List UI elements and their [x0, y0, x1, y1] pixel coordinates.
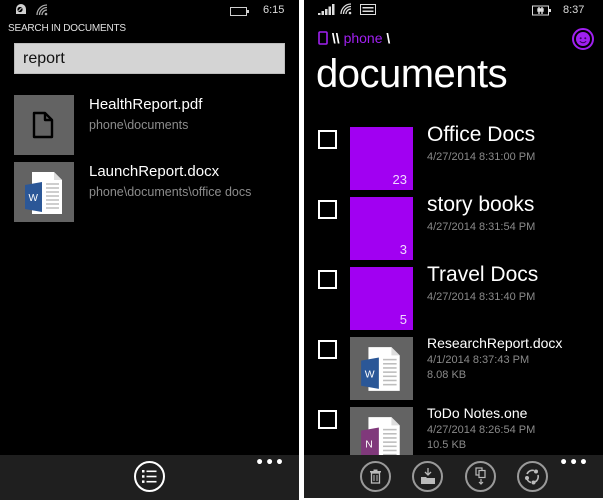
list-view-icon	[142, 470, 157, 483]
select-checkbox[interactable]	[318, 130, 337, 149]
share-icon	[525, 469, 540, 485]
folder-name: story books	[427, 193, 535, 216]
file-name: ToDo Notes.one	[427, 405, 528, 421]
folder-name: Office Docs	[427, 123, 536, 146]
folder-date: 4/27/2014 8:31:00 PM	[427, 151, 536, 163]
clock: 8:37	[563, 4, 585, 16]
generic-file-icon	[32, 111, 54, 139]
phone-icon	[318, 31, 328, 45]
more-options-button[interactable]: •••	[559, 456, 589, 470]
battery-icon	[230, 7, 249, 16]
breadcrumb-separator: \	[386, 30, 391, 46]
search-input[interactable]	[14, 43, 285, 74]
select-checkbox[interactable]	[318, 200, 337, 219]
clock: 6:15	[263, 4, 285, 16]
file-date: 4/27/2014 8:26:54 PM	[427, 424, 536, 436]
folder-item-count: 23	[392, 172, 407, 187]
folder-tile: 3	[350, 197, 413, 260]
status-bar: 6:15	[0, 0, 299, 22]
file-thumbnail: W	[14, 162, 74, 222]
search-result-item[interactable]: W LaunchReport.docx phone\documents\offi…	[14, 162, 294, 222]
file-thumbnail: W	[350, 337, 413, 400]
breadcrumb-location[interactable]: phone	[344, 30, 383, 46]
folder-item[interactable]: 5 Travel Docs 4/27/2014 8:31:40 PM	[318, 263, 603, 331]
svg-text:W: W	[29, 193, 39, 204]
documents-screen: 8:37 \\ phone \ documents 23 Office Docs…	[304, 0, 603, 498]
folder-item[interactable]: 23 Office Docs 4/27/2014 8:31:00 PM	[318, 123, 603, 191]
folder-item[interactable]: 3 story books 4/27/2014 8:31:54 PM	[318, 193, 603, 261]
result-file-name: LaunchReport.docx	[89, 163, 220, 180]
breadcrumb-root-separator: \\	[331, 30, 340, 46]
folder-tile: 23	[350, 127, 413, 190]
status-bar: 8:37	[304, 0, 603, 22]
file-item[interactable]: W ResearchReport.docx 4/1/2014 8:37:43 P…	[318, 335, 603, 401]
breadcrumb: \\ phone \	[318, 30, 390, 46]
select-checkbox[interactable]	[318, 340, 337, 359]
copy-button[interactable]	[465, 461, 496, 492]
app-bar: •••	[304, 455, 603, 498]
word-file-icon: W	[25, 172, 62, 214]
word-file-icon: W	[361, 347, 400, 391]
folder-date: 4/27/2014 8:31:40 PM	[427, 291, 536, 303]
file-thumbnail	[14, 95, 74, 155]
result-file-name: HealthReport.pdf	[89, 96, 203, 113]
folder-name: Travel Docs	[427, 263, 539, 286]
delete-icon	[370, 469, 381, 484]
file-name: ResearchReport.docx	[427, 335, 563, 351]
search-screen: 6:15 SEARCH IN DOCUMENTS HealthReport.pd…	[0, 0, 299, 500]
select-checkbox[interactable]	[318, 270, 337, 289]
list-view-button[interactable]	[134, 461, 165, 492]
smiley-icon	[576, 32, 590, 46]
wifi-icon	[36, 4, 48, 16]
svg-text:W: W	[365, 369, 375, 380]
move-to-folder-icon	[421, 468, 435, 484]
notification-icon	[16, 4, 26, 14]
copy-icon	[475, 467, 486, 485]
select-checkbox[interactable]	[318, 410, 337, 429]
result-file-path: phone\documents\office docs	[89, 185, 252, 199]
message-icon	[360, 4, 376, 15]
signal-icon	[318, 4, 335, 15]
folder-tile: 5	[350, 267, 413, 330]
folder-item-count: 3	[399, 242, 407, 257]
search-heading: SEARCH IN DOCUMENTS	[8, 23, 126, 34]
battery-charging-icon	[532, 5, 551, 16]
file-size: 8.08 KB	[427, 369, 467, 381]
move-button[interactable]	[412, 461, 443, 492]
delete-button[interactable]	[360, 461, 391, 492]
wifi-icon	[340, 3, 352, 15]
app-bar: •••	[0, 455, 299, 500]
file-date: 4/1/2014 8:37:43 PM	[427, 354, 530, 366]
file-size: 10.5 KB	[427, 439, 467, 451]
folder-date: 4/27/2014 8:31:54 PM	[427, 221, 536, 233]
search-result-item[interactable]: HealthReport.pdf phone\documents	[14, 95, 294, 155]
svg-text:N: N	[365, 439, 373, 450]
more-options-button[interactable]: •••	[255, 456, 285, 470]
page-title: documents	[316, 52, 508, 96]
share-button[interactable]	[517, 461, 548, 492]
folder-item-count: 5	[399, 312, 407, 327]
profile-button[interactable]	[572, 28, 594, 50]
result-file-path: phone\documents	[89, 118, 189, 132]
